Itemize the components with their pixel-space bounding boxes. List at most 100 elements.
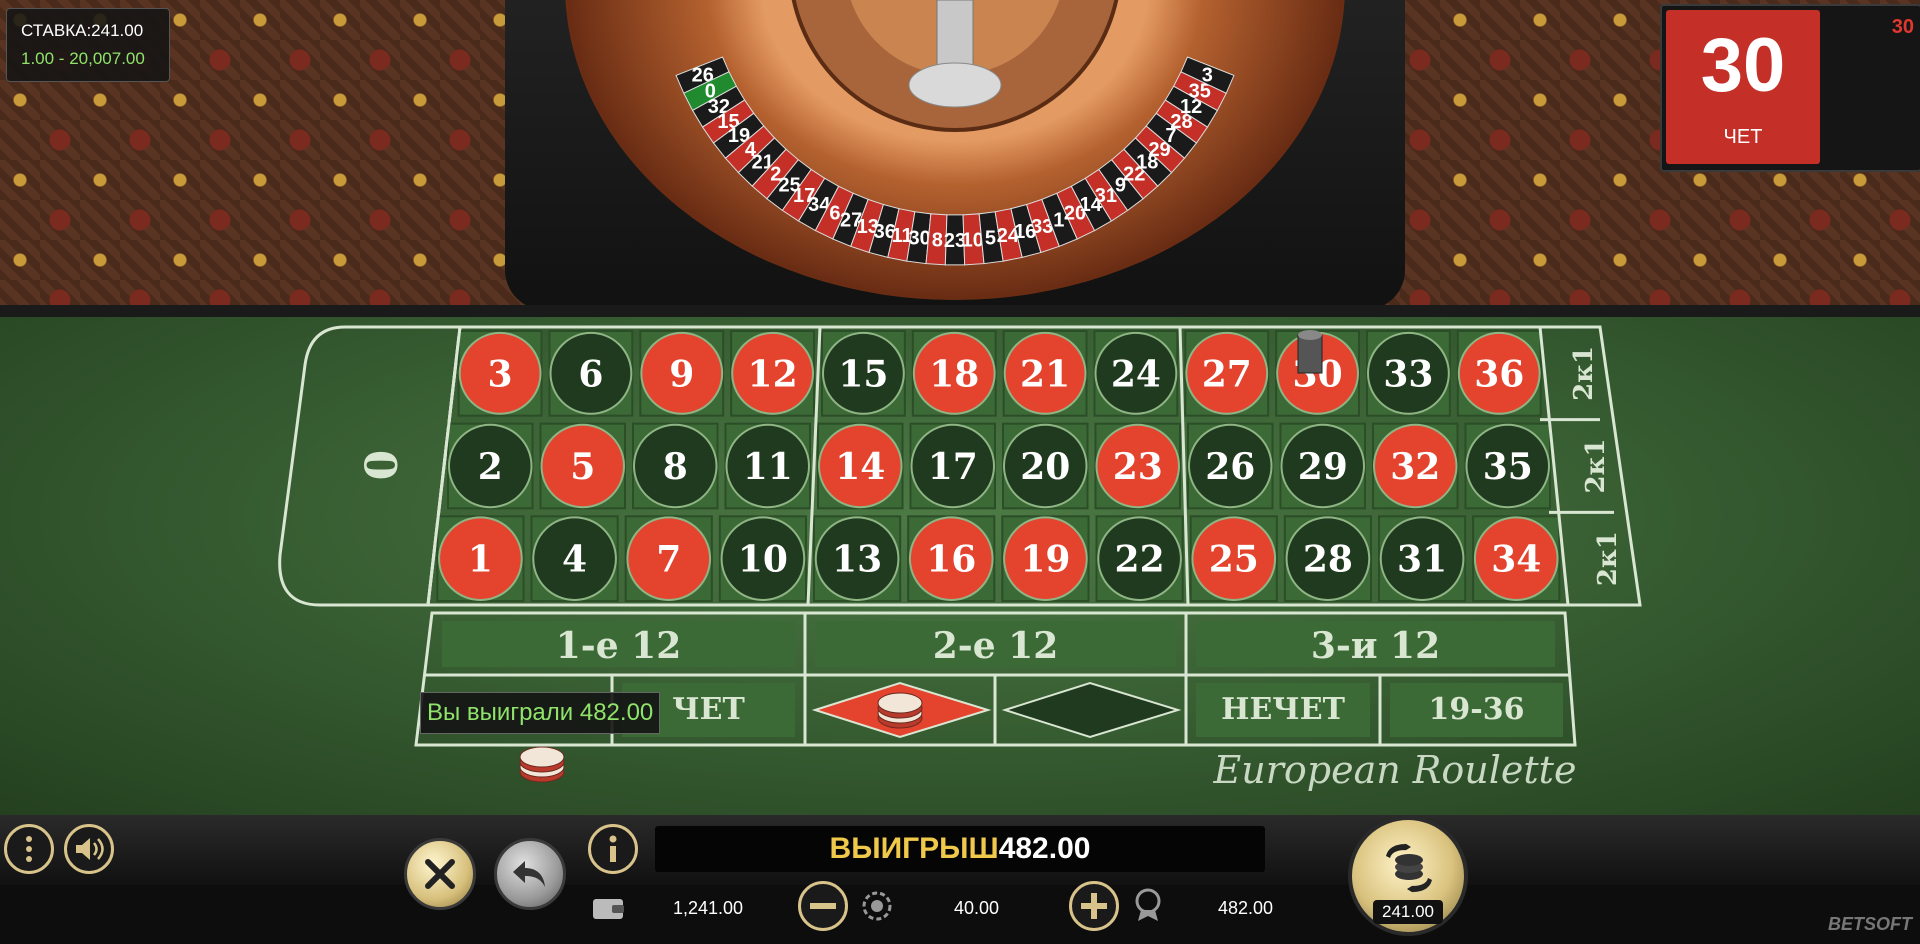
wheel-pocket-number: 1 [1053, 210, 1064, 232]
dolly-body [1297, 334, 1323, 374]
number-cell-21[interactable]: 21 [1002, 330, 1088, 417]
wheel-spindle-base [908, 62, 1002, 108]
win-marker [1297, 330, 1323, 374]
dozen-bet-3[interactable]: 3-и 12 [1311, 625, 1440, 667]
number-cell-27[interactable]: 27 [1184, 330, 1270, 417]
undo-button[interactable] [494, 838, 566, 910]
dozen-bet-1[interactable]: 1-е 12 [556, 625, 682, 667]
number-cell-33[interactable]: 33 [1366, 330, 1451, 417]
number-cell-15[interactable]: 15 [821, 330, 906, 417]
wallet-icon [593, 899, 624, 919]
bet-info-panel: СТАВКА:241.00 1.00 - 20,007.00 [6, 8, 170, 82]
wheel-pocket-number: 8 [932, 229, 943, 251]
last-result-tile: 30 ЧЕТ [1666, 10, 1820, 164]
number-label: 2 [478, 446, 503, 488]
betting-board: 03 6 9 12 15 18 21 24 27 30 33 362 5 8 11 14 17 20 23 26 29 3… [278, 325, 1642, 792]
number-label: 21 [1020, 353, 1070, 395]
number-cell-6[interactable]: 6 [548, 330, 634, 417]
number-label: 1 [468, 539, 493, 581]
number-cell-35[interactable]: 35 [1464, 422, 1551, 510]
number-cell-5[interactable]: 5 [539, 422, 626, 510]
number-cell-11[interactable]: 11 [724, 422, 811, 510]
dolly-top [1298, 330, 1322, 340]
number-label: 25 [1209, 539, 1259, 581]
number-cell-16[interactable]: 16 [907, 515, 996, 602]
number-cell-32[interactable]: 32 [1372, 422, 1459, 510]
number-label: 26 [1205, 446, 1255, 488]
result-parity: ЧЕТ [1723, 126, 1763, 148]
number-cell-31[interactable]: 31 [1378, 515, 1467, 602]
number-label: 12 [748, 353, 798, 395]
number-cell-34[interactable]: 34 [1472, 515, 1561, 602]
info-button[interactable] [588, 824, 638, 874]
number-label: 36 [1474, 353, 1524, 395]
outside-bet-label[interactable]: 19-36 [1429, 692, 1525, 727]
number-cell-19[interactable]: 19 [1001, 515, 1090, 602]
number-cell-1[interactable]: 1 [436, 515, 525, 602]
number-cell-8[interactable]: 8 [632, 422, 719, 510]
bet-range-label: 1.00 - 20,007.00 [21, 49, 145, 68]
column-bet-1[interactable]: 2к1 [1569, 346, 1599, 401]
win-label: ВЫИГРЫШ [829, 832, 999, 865]
number-cell-25[interactable]: 25 [1189, 515, 1278, 602]
number-cell-7[interactable]: 7 [624, 515, 713, 602]
number-cell-28[interactable]: 28 [1283, 515, 1373, 602]
number-label: 11 [743, 446, 793, 488]
number-cell-24[interactable]: 24 [1093, 330, 1179, 417]
rebet-spin-icon [1386, 842, 1432, 894]
number-cell-17[interactable]: 17 [909, 422, 996, 510]
last-win-value: 482.00 [1218, 898, 1274, 918]
wheel-pocket-number: 6 [829, 202, 840, 224]
number-cell-18[interactable]: 18 [911, 330, 997, 417]
increase-chip-button[interactable] [1069, 881, 1119, 931]
number-cell-26[interactable]: 26 [1187, 422, 1274, 510]
menu-button[interactable] [4, 824, 54, 874]
chip-icon [862, 891, 892, 921]
decrease-chip-button[interactable] [798, 881, 848, 931]
clear-bets-button[interactable] [404, 838, 476, 910]
column-bet-3[interactable]: 2к1 [1593, 531, 1623, 586]
number-cell-4[interactable]: 4 [530, 515, 619, 602]
number-cell-23[interactable]: 23 [1094, 422, 1181, 510]
number-cell-13[interactable]: 13 [813, 515, 902, 602]
number-cell-36[interactable]: 36 [1456, 330, 1542, 417]
column-bet-2[interactable]: 2к1 [1581, 439, 1611, 494]
win-display: ВЫИГРЫШ482.00 [655, 826, 1265, 872]
outside-bet-label[interactable]: ЧЕТ [672, 692, 745, 727]
outside-bet-label[interactable]: НЕЧЕТ [1221, 692, 1345, 727]
number-label: 4 [562, 539, 587, 581]
number-label: 17 [928, 446, 978, 488]
number-label: 18 [929, 353, 979, 395]
number-label: 23 [1113, 446, 1163, 488]
speaker-icon [76, 838, 104, 860]
chip-value: 40.00 [954, 898, 1000, 918]
number-cell-2[interactable]: 2 [447, 422, 534, 510]
roulette-wheel: 26 0 32 15 19 4 21 2 25 17 34 6 27 13 36 11 30 8 23 10 5 24 16… [505, 0, 1405, 305]
result-number: 30 [1700, 23, 1786, 108]
undo-arrow-icon [513, 861, 545, 887]
win-value: 482.00 [998, 832, 1091, 865]
number-label: 9 [669, 353, 694, 395]
black-bet-diamond[interactable] [1001, 681, 1182, 739]
number-cell-12[interactable]: 12 [730, 330, 816, 417]
plus-icon [1081, 893, 1107, 919]
number-label: 15 [838, 353, 888, 395]
number-cell-9[interactable]: 9 [639, 330, 725, 417]
number-label: 35 [1483, 446, 1533, 488]
number-label: 27 [1202, 353, 1252, 395]
number-label: 16 [926, 539, 976, 581]
dozen-bet-2[interactable]: 2-е 12 [933, 625, 1059, 667]
number-cell-14[interactable]: 14 [817, 422, 904, 510]
number-cell-10[interactable]: 10 [718, 515, 807, 602]
info-icon [609, 835, 617, 862]
sound-button[interactable] [64, 824, 114, 874]
wheel-svg: 2603215194212251734 6 2713361130 8 2310 5 2416… [675, 0, 1235, 266]
number-cell-29[interactable]: 29 [1279, 422, 1366, 510]
minus-icon [810, 903, 836, 909]
number-cell-20[interactable]: 20 [1002, 422, 1089, 510]
number-label: 34 [1491, 539, 1541, 581]
number-label: 28 [1303, 539, 1353, 581]
number-cell-22[interactable]: 22 [1095, 515, 1184, 602]
bet-chip-red [877, 692, 923, 729]
number-cell-3[interactable]: 3 [457, 330, 543, 417]
